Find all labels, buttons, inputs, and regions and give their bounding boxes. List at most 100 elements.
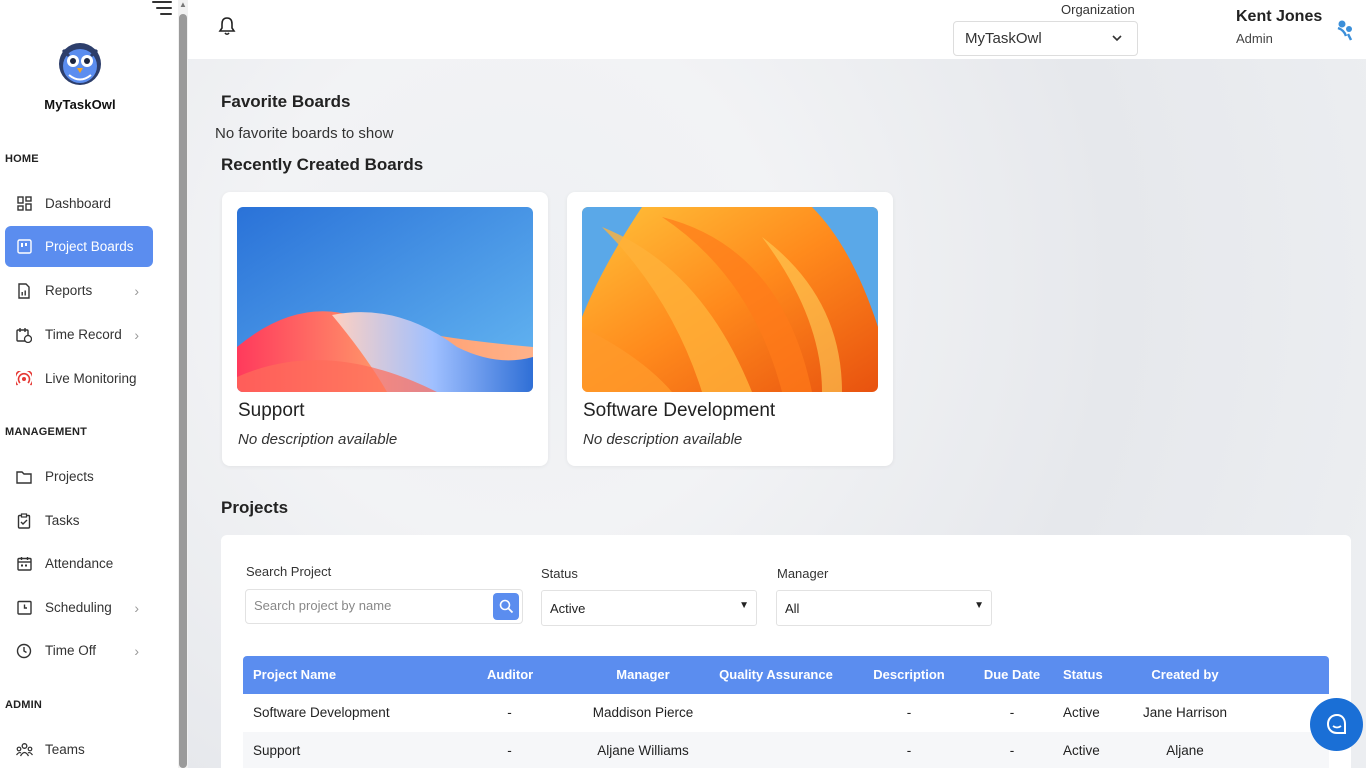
cell-status: Active <box>1063 743 1100 758</box>
chevron-right-icon: › <box>134 283 139 299</box>
owl-logo-icon <box>59 43 101 85</box>
recent-boards-title: Recently Created Boards <box>221 155 424 174</box>
sidebar-item-label: Time Record <box>45 327 122 342</box>
teams-icon <box>15 741 33 759</box>
app-name: MyTaskOwl <box>44 97 116 112</box>
board-image <box>582 207 878 392</box>
sidebar-item-projects[interactable]: Projects <box>5 456 153 497</box>
cell-auditor: - <box>507 705 512 720</box>
caret-down-icon: ▼ <box>739 600 749 611</box>
calendar-icon <box>15 555 33 573</box>
manager-select-value: All <box>785 600 800 616</box>
cell-manager: Maddison Pierce <box>592 705 694 720</box>
sidebar-item-label: Dashboard <box>45 196 112 211</box>
cell-auditor: - <box>507 743 512 758</box>
sidebar-item-label: Projects <box>45 469 94 484</box>
sidebar-item-label: Teams <box>45 742 85 757</box>
chat-icon <box>1326 713 1346 734</box>
column-header-description[interactable]: Description <box>863 667 955 682</box>
section-home: HOME <box>5 153 39 165</box>
sidebar-item-project-boards[interactable]: Project Boards <box>5 226 153 267</box>
search-button[interactable] <box>493 593 519 620</box>
column-header-due-date[interactable]: Due Date <box>977 667 1047 682</box>
sidebar-item-label: Scheduling <box>45 600 112 615</box>
cell-manager: Aljane Williams <box>597 743 689 758</box>
board-card-software-development[interactable]: Software Development No description avai… <box>567 192 893 466</box>
table-row[interactable]: Software Development - Maddison Pierce -… <box>243 694 1329 732</box>
favorite-boards-empty: No favorite boards to show <box>215 125 394 142</box>
clipboard-icon <box>15 512 33 530</box>
board-title: Support <box>238 400 305 421</box>
chat-support-button[interactable] <box>1310 698 1363 751</box>
clock-icon <box>15 642 33 660</box>
status-select[interactable]: Active ▼ <box>541 590 757 626</box>
bell-icon[interactable] <box>218 16 236 36</box>
column-header-auditor[interactable]: Auditor <box>487 667 533 682</box>
projects-table: Project Name Auditor Manager Quality Ass… <box>243 656 1329 768</box>
sidebar-item-label: Time Off <box>45 643 97 658</box>
sidebar-item-scheduling[interactable]: Scheduling › <box>5 587 153 628</box>
board-description: No description available <box>583 431 743 448</box>
live-monitoring-icon <box>15 370 33 388</box>
board-title: Software Development <box>583 400 776 421</box>
sidebar-item-live-monitoring[interactable]: Live Monitoring <box>5 358 153 399</box>
column-header-manager[interactable]: Manager <box>573 667 713 682</box>
sidebar-item-dashboard[interactable]: Dashboard <box>5 183 153 224</box>
sidebar-item-label: Live Monitoring <box>45 371 137 386</box>
organization-label: Organization <box>1061 2 1135 17</box>
search-project-field[interactable] <box>245 589 523 624</box>
projects-title: Projects <box>221 498 289 517</box>
section-management: MANAGEMENT <box>5 426 88 438</box>
menu-toggle-icon[interactable] <box>150 0 172 18</box>
table-row[interactable]: Support - Aljane Williams - - Active Alj… <box>243 732 1329 768</box>
status-select-value: Active <box>550 600 586 616</box>
manager-select[interactable]: All ▼ <box>776 590 992 626</box>
organization-value: MyTaskOwl <box>965 30 1042 47</box>
user-avatar-icon[interactable] <box>1334 18 1356 42</box>
sidebar-item-time-off[interactable]: Time Off › <box>5 630 153 671</box>
section-admin: ADMIN <box>5 699 43 711</box>
chevron-right-icon: › <box>134 327 139 343</box>
sidebar-item-teams[interactable]: Teams <box>5 729 153 768</box>
board-card-support[interactable]: Support No description available <box>222 192 548 466</box>
organization-select[interactable]: MyTaskOwl <box>953 21 1138 56</box>
search-project-label: Search Project <box>246 564 332 579</box>
cell-due-date: - <box>1009 705 1015 720</box>
sidebar-scrollbar[interactable]: ▲ <box>178 0 188 768</box>
sidebar-item-label: Project Boards <box>45 239 134 254</box>
manager-label: Manager <box>777 566 829 581</box>
sidebar-item-attendance[interactable]: Attendance <box>5 543 153 584</box>
sidebar-item-reports[interactable]: Reports › <box>5 270 153 311</box>
sidebar-item-label: Tasks <box>45 513 80 528</box>
sidebar: MyTaskOwl HOME Dashboard Project Boards … <box>0 0 178 768</box>
dashboard-icon <box>15 195 33 213</box>
cell-description: - <box>906 743 912 758</box>
cell-description: - <box>906 705 912 720</box>
sidebar-item-label: Attendance <box>45 556 114 571</box>
board-icon <box>15 238 33 256</box>
sidebar-item-tasks[interactable]: Tasks <box>5 500 153 541</box>
search-icon <box>499 599 513 614</box>
table-header: Project Name Auditor Manager Quality Ass… <box>243 656 1329 694</box>
column-header-quality-assurance[interactable]: Quality Assurance <box>713 667 839 682</box>
column-header-project-name[interactable]: Project Name <box>253 667 336 682</box>
cell-created-by: Jane Harrison <box>1142 705 1228 720</box>
scrollbar-thumb[interactable] <box>179 14 187 768</box>
scroll-up-icon[interactable]: ▲ <box>179 0 187 10</box>
chevron-down-icon <box>1112 35 1122 42</box>
cell-status: Active <box>1063 705 1100 720</box>
column-header-created-by[interactable]: Created by <box>1127 667 1243 682</box>
chevron-right-icon: › <box>134 643 139 659</box>
folder-icon <box>15 468 33 486</box>
user-name[interactable]: Kent Jones <box>1236 8 1322 26</box>
column-header-status[interactable]: Status <box>1063 667 1103 682</box>
sidebar-item-time-record[interactable]: Time Record › <box>5 314 153 355</box>
cell-project-name: Software Development <box>253 705 390 720</box>
app-logo[interactable]: MyTaskOwl <box>30 40 130 112</box>
cell-created-by: Aljane <box>1166 743 1204 758</box>
main-content: Favorite Boards No favorite boards to sh… <box>188 59 1366 768</box>
schedule-icon <box>15 599 33 617</box>
cell-project-name: Support <box>253 743 301 758</box>
time-record-icon <box>15 326 33 344</box>
search-project-input[interactable] <box>254 598 484 613</box>
